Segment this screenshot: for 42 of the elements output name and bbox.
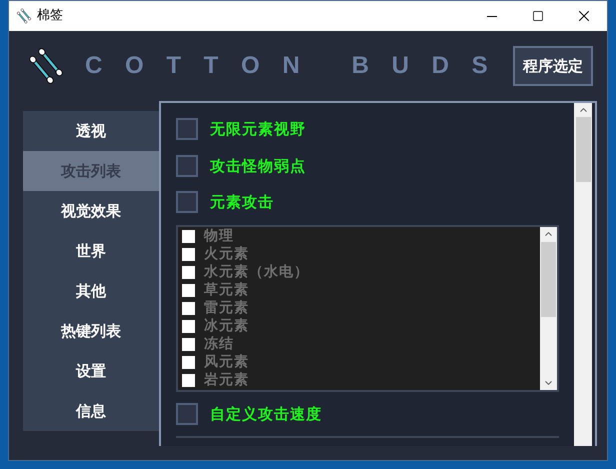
sidebar-tab[interactable]: 信息 <box>23 391 159 431</box>
list-item-label: 冰元素 <box>204 318 249 336</box>
scroll-thumb[interactable] <box>541 242 556 317</box>
window-title: 棉签 <box>37 7 63 26</box>
list-item-label: 冻结 <box>204 336 234 354</box>
sidebar-tab[interactable]: 视觉效果 <box>23 191 159 231</box>
option-label: 攻击怪物弱点 <box>210 156 306 177</box>
checkbox[interactable] <box>182 230 195 244</box>
checkbox[interactable] <box>182 284 195 298</box>
option-label: 自定义攻击速度 <box>210 404 322 425</box>
sidebar-tab[interactable]: 设置 <box>23 351 159 391</box>
list-item-label: 水元素（水电） <box>204 264 309 282</box>
sidebar-tab[interactable]: 热键列表 <box>23 311 159 351</box>
scrollbar[interactable] <box>574 103 592 446</box>
checkbox[interactable] <box>182 320 195 334</box>
option-label: 元素攻击 <box>210 192 274 214</box>
checkbox[interactable] <box>182 248 195 262</box>
option-label: 无限元素视野 <box>210 119 306 140</box>
list-item-label: 雷元素 <box>204 300 249 318</box>
checkbox[interactable] <box>176 118 198 140</box>
logo-text: C O T T O N B U D S <box>85 51 496 81</box>
list-item-label: 风元素 <box>204 354 249 372</box>
checkbox[interactable] <box>182 356 195 370</box>
scroll-thumb[interactable] <box>576 117 590 182</box>
checkbox[interactable] <box>182 338 195 352</box>
select-program-button[interactable]: 程序选定 <box>513 46 593 86</box>
checkbox[interactable] <box>176 154 198 177</box>
scrollbar[interactable] <box>540 226 557 390</box>
list-item-label: 物理 <box>204 228 234 246</box>
list-item-label: 火元素 <box>204 246 249 264</box>
list-item-label: 草元素 <box>204 282 249 300</box>
sidebar-tab[interactable]: 世界 <box>23 231 159 271</box>
checkbox[interactable] <box>176 402 198 425</box>
list-item-label: 岩元素 <box>204 372 249 390</box>
checkbox[interactable] <box>182 266 195 280</box>
maximize-icon <box>532 10 544 22</box>
checkbox[interactable] <box>176 191 198 214</box>
cotton-swab-icon <box>17 7 31 25</box>
sidebar-tab[interactable]: 透视 <box>23 111 159 151</box>
sidebar-tab[interactable]: 其他 <box>23 271 159 311</box>
checkbox[interactable] <box>182 374 195 388</box>
checkbox[interactable] <box>182 302 195 316</box>
